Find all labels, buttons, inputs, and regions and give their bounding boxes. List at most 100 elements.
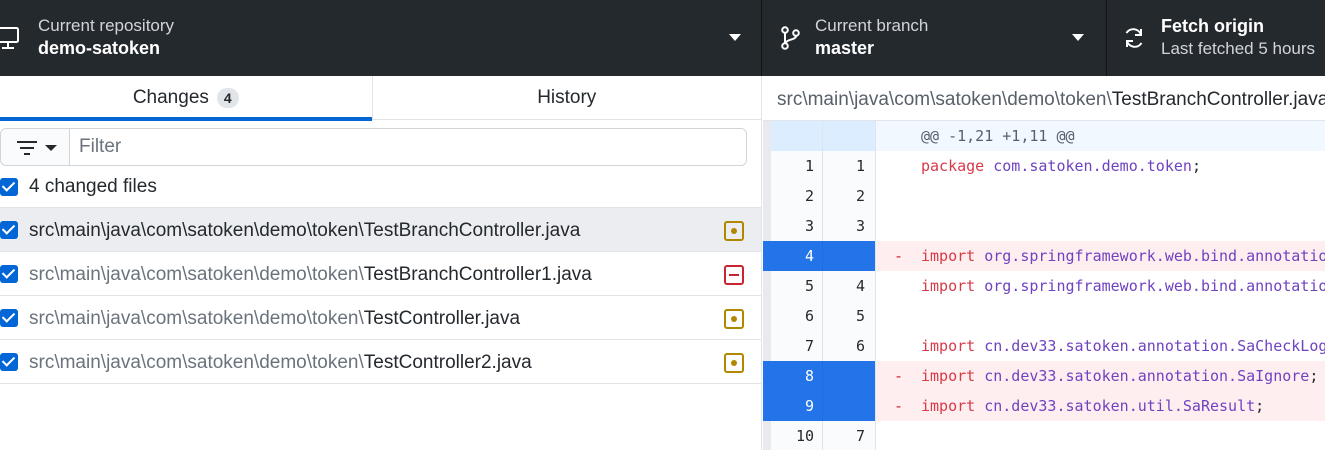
last-fetched-text: Last fetched 5 hours [1161,39,1316,58]
diff-path-file: TestBranchController.java [1111,89,1325,110]
filter-input[interactable] [70,128,747,166]
new-line-number: 5 [855,307,865,325]
tab-changes-label: Changes [132,87,209,108]
tab-history-label: History [537,87,597,108]
changed-file-row[interactable]: src\main\java\com\satoken\demo\token\Tes… [0,252,761,296]
file-name: TestBranchController1.java [363,264,592,285]
old-line-number: 4 [804,247,814,265]
new-line-number: 4 [855,277,865,295]
branch-name: master [815,38,875,58]
code-tail: ; [1191,157,1201,175]
code-package: org.springframework.web.bind.annotatio [984,247,1325,265]
code-text: import cn.dev33.satoken.annotation.SaChe… [921,337,1325,355]
sync-icon [1125,28,1143,48]
new-line-number: 7 [855,427,865,445]
file-dir: src\main\java\com\satoken\demo\token\ [29,264,364,285]
file-dir: src\main\java\com\satoken\demo\token\ [29,308,364,329]
code-text: import cn.dev33.satoken.annotation.SaIgn… [921,367,1318,385]
deleted-status-icon [724,265,744,285]
filter-bar [0,120,761,166]
old-line-number: 10 [795,427,814,445]
code-package: com.satoken.demo.token [993,157,1192,175]
code-keyword: import [921,367,976,385]
branch-selector[interactable]: Current branch master [762,0,1107,76]
fetch-origin-button[interactable]: Fetch origin Last fetched 5 hours [1107,0,1325,76]
file-dir: src\main\java\com\satoken\demo\token\ [29,352,364,373]
changes-count-badge: 4 [216,88,239,108]
old-line-number: 1 [804,157,814,175]
new-line-number: 3 [855,217,865,235]
code-keyword: import [921,337,976,355]
new-line-number: 2 [855,187,865,205]
diff-file-path: src\main\java\com\satoken\demo\token\Tes… [763,76,1325,121]
diff-line[interactable]: 7 6 import cn.dev33.satoken.annotation.S… [763,331,1325,361]
branch-label: Current branch [815,16,929,35]
code-text: import cn.dev33.satoken.util.SaResult; [921,397,1264,415]
diff-content: @@ -1,21 +1,11 @@ 1 1 package com.satoke… [763,121,1325,450]
code-package: cn.dev33.satoken.annotation.SaIgnore [984,367,1310,385]
diff-line-deleted[interactable]: 8 - import cn.dev33.satoken.annotation.S… [763,361,1325,391]
diff-line[interactable]: 1 1 package com.satoken.demo.token; [763,151,1325,181]
diff-line[interactable]: 6 5 [763,301,1325,331]
code-tail: ; [1309,367,1319,385]
diff-viewer: src\main\java\com\satoken\demo\token\Tes… [763,76,1325,450]
tab-history[interactable]: History [371,76,761,120]
file-name: TestController2.java [363,352,532,373]
file-path: src\main\java\com\satoken\demo\token\Tes… [29,352,532,374]
tab-changes[interactable]: Changes 4 [0,76,372,121]
code-tail: ; [1255,397,1265,415]
deleted-line-marker: - [894,247,904,265]
file-path: src\main\java\com\satoken\demo\token\Tes… [29,220,580,242]
diff-line-deleted[interactable]: 9 - import cn.dev33.satoken.util.SaResul… [763,391,1325,421]
diff-line-deleted[interactable]: 4 - import org.springframework.web.bind.… [763,241,1325,271]
modified-status-icon [724,309,744,329]
filter-options-button[interactable] [0,128,70,166]
repository-selector[interactable]: Current repository demo-satoken [0,0,762,76]
repository-name: demo-satoken [38,38,161,58]
computer-icon [0,27,19,49]
old-line-number: 3 [804,217,814,235]
changed-file-row[interactable]: src\main\java\com\satoken\demo\token\Tes… [0,208,761,252]
file-dir: src\main\java\com\satoken\demo\token\ [29,220,364,241]
code-keyword: import [921,277,976,295]
old-line-number: 6 [804,307,814,325]
file-checkbox[interactable] [0,265,18,283]
deleted-line-marker: - [894,367,904,385]
modified-status-icon [724,221,744,241]
hunk-header-text: @@ -1,21 +1,11 @@ [921,127,1075,145]
repository-dropdown-caret-icon [729,34,741,41]
file-checkbox[interactable] [0,309,18,327]
select-all-row: 4 changed files [0,166,761,208]
code-package: org.springframework.web.bind.annotatio [984,277,1325,295]
new-line-number: 1 [855,157,865,175]
diff-line[interactable]: 2 2 [763,181,1325,211]
code-keyword: package [921,157,985,175]
code-text: import org.springframework.web.bind.anno… [921,247,1325,265]
code-package: cn.dev33.satoken.annotation.SaCheckLog [984,337,1325,355]
diff-line[interactable]: 5 4 import org.springframework.web.bind.… [763,271,1325,301]
code-keyword: import [921,397,976,415]
diff-path-dir: src\main\java\com\satoken\demo\token\ [777,89,1112,110]
old-line-number: 7 [804,337,814,355]
diff-line[interactable]: 3 3 [763,211,1325,241]
select-all-checkbox[interactable] [0,178,18,196]
file-checkbox[interactable] [0,221,18,239]
code-text: package com.satoken.demo.token; [921,157,1201,175]
diff-hunk-header[interactable]: @@ -1,21 +1,11 @@ [763,121,1325,151]
file-path: src\main\java\com\satoken\demo\token\Tes… [29,308,520,330]
file-name: TestBranchController.java [363,220,581,241]
code-keyword: import [921,247,976,265]
changed-file-row[interactable]: src\main\java\com\satoken\demo\token\Tes… [0,340,761,384]
diff-gutter [763,121,876,151]
diff-line[interactable]: 10 7 [763,421,1325,450]
old-line-number: 9 [804,397,814,415]
file-checkbox[interactable] [0,353,18,371]
changed-file-row[interactable]: src\main\java\com\satoken\demo\token\Tes… [0,296,761,340]
modified-status-icon [724,353,744,373]
sidebar-tabs: Changes 4 History [0,76,761,121]
deleted-line-marker: - [894,397,904,415]
fetch-origin-label: Fetch origin [1161,16,1264,36]
old-line-number: 8 [804,367,814,385]
filter-icon [17,141,57,155]
code-package: cn.dev33.satoken.util.SaResult [984,397,1256,415]
